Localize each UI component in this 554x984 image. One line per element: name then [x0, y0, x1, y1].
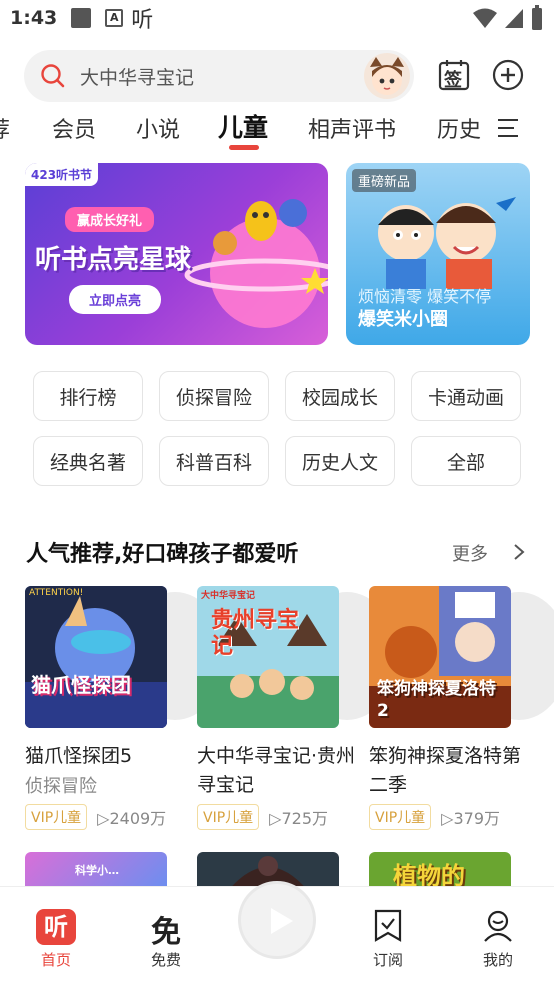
category-tabs: 荐 会员 小说 儿童 相声评书 历史 [0, 108, 554, 152]
album-cover[interactable]: 笨狗神探夏洛特2 [369, 586, 511, 728]
status-time: 1:43 [10, 7, 58, 29]
notification-square-icon [71, 8, 92, 28]
banner-mixiaoquan[interactable]: 重磅新品 烦恼清零 爆笑不停 爆笑米小圈 [346, 163, 530, 345]
play-button[interactable] [238, 881, 316, 959]
banner-line1: 烦恼清零 爆笑不停 [358, 287, 492, 306]
battery-icon [532, 5, 542, 30]
nav-mine-label: 我的 [482, 951, 513, 969]
nav-home-label: 首页 [40, 951, 71, 969]
checkin-label: 签 [444, 70, 462, 91]
play-count: ▷725万 [269, 809, 329, 828]
banner-tag: 重磅新品 [352, 169, 417, 192]
play-count: ▷2409万 [97, 809, 167, 828]
app-screen: 1:43 A 听 大中华寻宝记 签 荐 会员 小说 儿童 相声评书 历史 [0, 0, 554, 984]
chip-ranking[interactable]: 排行榜 [33, 371, 143, 421]
vip-badge: VIP儿童 [197, 804, 260, 830]
banner-headline: 听书点亮星球 [35, 245, 192, 275]
banner-cta-button[interactable]: 立即点亮 [69, 285, 162, 314]
album-card[interactable]: 大中华寻宝记 贵州寻宝记 大中华寻宝记·贵州寻宝记 VIP儿童 ▷725万 [197, 586, 397, 830]
search-icon [41, 64, 65, 88]
vip-badge: VIP儿童 [25, 804, 88, 830]
tab-history[interactable]: 历史 [437, 112, 481, 144]
cover-title: 贵州寻宝记 [211, 608, 300, 659]
chevron-right-icon[interactable] [512, 543, 526, 561]
search-bar[interactable]: 大中华寻宝记 [24, 50, 414, 102]
more-link[interactable]: 更多 [452, 540, 488, 566]
chip-science[interactable]: 科普百科 [159, 436, 269, 486]
album-meta: VIP儿童 ▷2409万 [25, 804, 166, 830]
tab-recommend[interactable]: 荐 [0, 112, 10, 144]
free-icon: 免 [151, 915, 181, 950]
status-bar: 1:43 A 听 [0, 0, 554, 36]
checkin-icon[interactable]: 签 [437, 58, 471, 92]
banner-line2: 爆笑米小圈 [358, 309, 448, 330]
tab-menu-icon[interactable] [496, 116, 520, 140]
cover-title: 猫爪怪探团 [31, 673, 131, 697]
peek-cover-text: 科学小… [75, 864, 119, 877]
tab-vip[interactable]: 会员 [52, 112, 96, 144]
banner-ribbon: 赢成长好礼 [65, 207, 155, 232]
cover-top-text: 大中华寻宝记 [201, 591, 256, 601]
a-badge-icon: A [105, 9, 124, 27]
album-cover[interactable]: ATTENTION! 猫爪怪探团 [25, 586, 167, 728]
album-title[interactable]: 大中华寻宝记·贵州寻宝记 [197, 742, 359, 800]
home-logo-icon: 听 [36, 909, 76, 945]
play-count: ▷379万 [441, 809, 501, 828]
app-notification-icon: 听 [131, 8, 154, 33]
active-tab-indicator [229, 145, 259, 150]
signal-icon [505, 9, 523, 28]
avatar[interactable] [364, 53, 410, 99]
nav-subscribe-label: 订阅 [372, 951, 403, 969]
album-category: 侦探冒险 [25, 776, 97, 797]
vip-badge: VIP儿童 [369, 804, 432, 830]
chip-cartoon[interactable]: 卡通动画 [411, 371, 521, 421]
banner-tag: 423听书节 [25, 163, 99, 186]
album-meta: VIP儿童 ▷725万 [197, 804, 328, 830]
play-icon [271, 908, 293, 934]
album-card[interactable]: 笨狗神探夏洛特2 笨狗神探夏洛特第二季 VIP儿童 ▷379万 [369, 586, 554, 830]
bottom-nav: 听 首页 免 免费 订阅 我的 [0, 881, 554, 984]
chip-school[interactable]: 校园成长 [285, 371, 395, 421]
album-title[interactable]: 猫爪怪探团5 [25, 742, 187, 771]
album-card[interactable]: ATTENTION! 猫爪怪探团 猫爪怪探团5 侦探冒险 VIP儿童 ▷2409… [25, 586, 225, 830]
search-input[interactable]: 大中华寻宝记 [80, 63, 194, 90]
tab-crosstalk[interactable]: 相声评书 [308, 112, 396, 144]
cover-art-cat [25, 586, 167, 728]
subscribe-icon [374, 909, 402, 942]
cover-top-text: ATTENTION! [29, 588, 84, 598]
wifi-icon [473, 8, 497, 28]
nav-free-label: 免费 [150, 951, 181, 969]
add-icon[interactable] [491, 58, 525, 92]
tab-novel[interactable]: 小说 [136, 112, 180, 144]
album-meta: VIP儿童 ▷379万 [369, 804, 500, 830]
tab-children[interactable]: 儿童 [218, 108, 268, 144]
section-title: 人气推荐,好口碑孩子都爱听 [26, 542, 299, 567]
banner-book-festival[interactable]: 423听书节 赢成长好礼 听书点亮星球 立即点亮 [25, 163, 328, 345]
chip-all[interactable]: 全部 [411, 436, 521, 486]
cover-title: 笨狗神探夏洛特2 [377, 679, 496, 721]
profile-icon [484, 910, 512, 942]
chip-detective[interactable]: 侦探冒险 [159, 371, 269, 421]
chip-history[interactable]: 历史人文 [285, 436, 395, 486]
album-cover[interactable]: 大中华寻宝记 贵州寻宝记 [197, 586, 339, 728]
chip-classics[interactable]: 经典名著 [33, 436, 143, 486]
album-title[interactable]: 笨狗神探夏洛特第二季 [369, 742, 531, 800]
